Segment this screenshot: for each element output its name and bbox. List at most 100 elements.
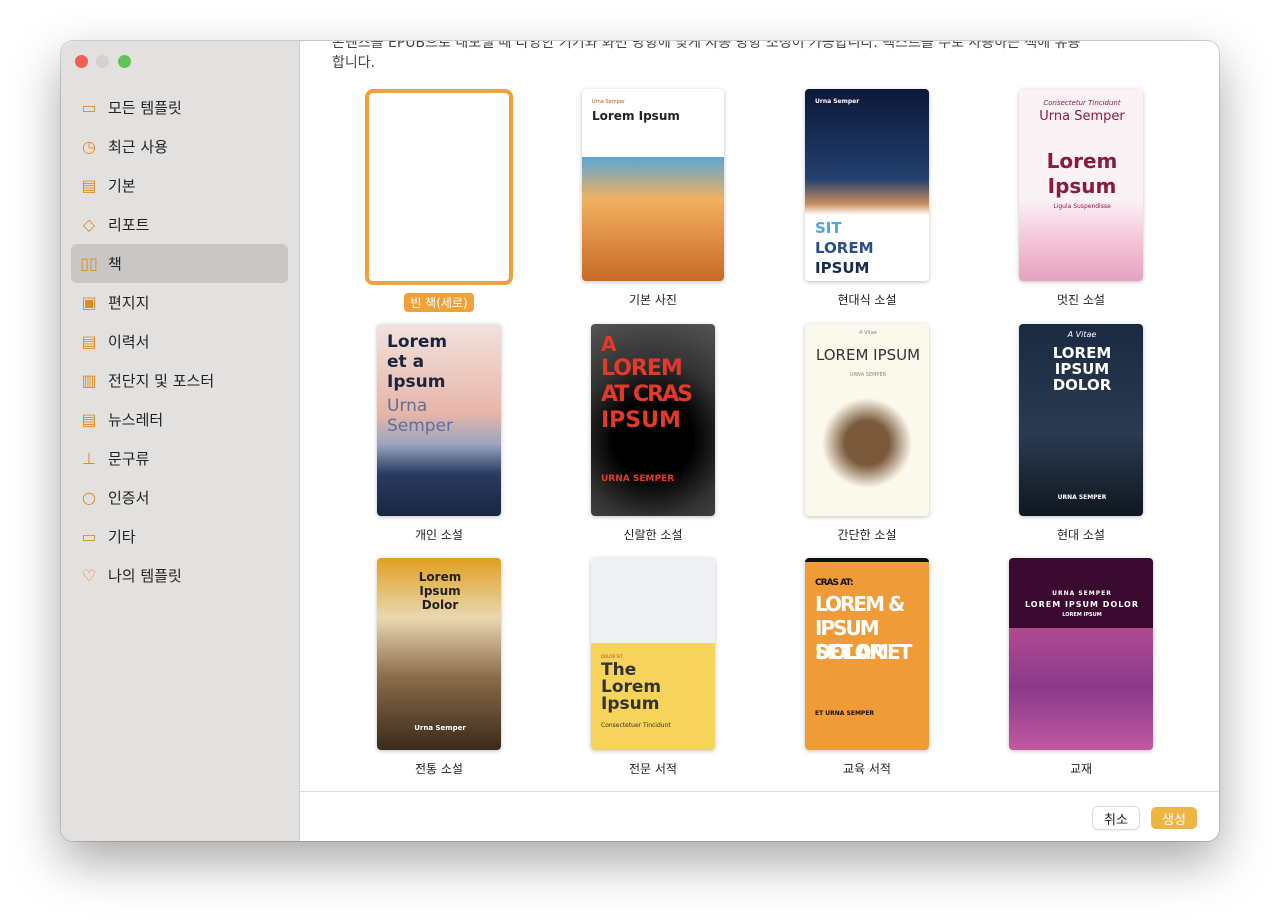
sidebar-item-label: 인증서 <box>108 489 150 507</box>
cover-text: Dolor <box>421 598 459 612</box>
cover-text: Urna Semper <box>414 724 466 732</box>
sidebar-item-8[interactable]: ▤ 뉴스레터 <box>71 400 288 439</box>
sidebar-item-label: 편지지 <box>108 294 150 312</box>
cover-text: A Vitae <box>859 330 877 336</box>
sidebar-item-9[interactable]: ⊥ 문구류 <box>71 439 288 478</box>
category-description: 콘텐츠를 EPUB으로 내보낼 때 다양한 기기와 화면 방향에 맞게 자동 방… <box>332 41 1081 71</box>
template-card[interactable]: Lorem Ipsum Dolor Urna Semper 전통 소설 <box>339 558 539 777</box>
cover-text: Semper <box>387 416 454 436</box>
cover-text: DOLOR <box>1052 376 1112 394</box>
template-chooser-window: ▭ 모든 템플릿 ◷ 최근 사용 ▤ 기본 ◇ 리포트 ▯▯ 책 ▣ 편지지 ▤ 이력서 ▥ 전단지 및 포스… <box>61 41 1219 841</box>
template-label: 전통 소설 <box>415 762 463 776</box>
template-label: 현대식 소설 <box>837 293 897 307</box>
cover-text: LOREM & <box>815 592 905 616</box>
cover-text: Lorem <box>1046 149 1118 173</box>
cover-text: Lorem Ipsum <box>592 109 680 123</box>
template-area: 콘텐츠를 EPUB으로 내보낼 때 다양한 기기와 화면 방향에 맞게 자동 방… <box>300 41 1219 841</box>
zoom-button[interactable] <box>118 55 131 68</box>
template-thumbnail[interactable]: Consectetur Tincidunt Urna Semper Lorem Ips… <box>1019 89 1143 281</box>
template-thumbnail[interactable]: Lorem Ipsum Dolor Urna Semper <box>377 558 501 750</box>
sidebar-item-label: 기타 <box>108 528 136 546</box>
template-card[interactable]: A Vitae LOREM IPSUM DOLOR URNA SEMPER 현대 소설 <box>981 324 1181 543</box>
template-thumbnail[interactable] <box>365 89 513 285</box>
template-thumbnail[interactable]: A LOREM AT CRAS IPSUM URNA SEMPER <box>591 324 715 516</box>
stamp-frame-icon: ▣ <box>81 293 97 312</box>
template-thumbnail[interactable]: A Vitae LOREM IPSUM URNA SEMPER <box>805 324 929 516</box>
cover-text: Ipsum <box>419 584 461 598</box>
cover-text: Urna <box>387 396 428 416</box>
cover-text: Ipsum <box>601 694 660 714</box>
sidebar-item-5[interactable]: ▣ 편지지 <box>71 283 288 322</box>
cover-text: A Vitae <box>1067 330 1097 339</box>
template-card[interactable]: A LOREM AT CRAS IPSUM URNA SEMPER 신랄한 소설 <box>553 324 753 543</box>
cover-text: LOREM IPSUM DOLOR <box>1024 600 1140 609</box>
cover-text: Ipsum <box>1047 174 1117 198</box>
stamp-icon: ⊥ <box>82 449 96 468</box>
template-card[interactable]: 빈 책(세로) <box>339 89 539 312</box>
cover-text: Lorem <box>387 332 448 352</box>
sidebar-item-label: 최근 사용 <box>108 138 168 156</box>
grid-icon: ▭ <box>81 98 97 117</box>
sidebar-item-10[interactable]: ○ 인증서 <box>71 478 288 517</box>
cover-text: Consectetur Tincidunt <box>1043 99 1121 107</box>
template-card[interactable]: Consectetur Tincidunt Urna Semper Lorem Ips… <box>981 89 1181 308</box>
cover-text: Ipsum <box>387 372 446 392</box>
close-button[interactable] <box>75 55 88 68</box>
sidebar-item-12[interactable]: ♡ 나의 템플릿 <box>71 556 288 595</box>
create-button[interactable]: 생성 <box>1151 807 1197 829</box>
cover-text: Consectetuer Tincidunt <box>601 722 671 729</box>
template-card[interactable]: A Vitae LOREM IPSUM URNA SEMPER 간단한 소설 <box>767 324 967 543</box>
sidebar-item-3[interactable]: ◇ 리포트 <box>71 205 288 244</box>
sidebar-item-6[interactable]: ▤ 이력서 <box>71 322 288 361</box>
template-label: 교재 <box>1069 762 1093 776</box>
sidebar-item-label: 기본 <box>108 177 136 195</box>
cover-text: SET AMET <box>815 640 912 664</box>
resume-icon: ▤ <box>81 332 97 351</box>
template-label: 기본 사진 <box>629 293 677 307</box>
cover-text: IPSUM <box>815 259 870 277</box>
template-thumbnail[interactable]: Urna Semper SIT LOREM IPSUM <box>805 89 929 281</box>
sidebar-item-2[interactable]: ▤ 기본 <box>71 166 288 205</box>
cancel-button[interactable]: 취소 <box>1093 807 1139 829</box>
template-thumbnail[interactable]: DOLOR SIT The Lorem Ipsum Consectetuer Tinci… <box>591 558 715 750</box>
sidebar-item-4[interactable]: ▯▯ 책 <box>71 244 288 283</box>
cover-text: LOREM <box>601 356 683 381</box>
template-card[interactable]: URNA SEMPER LOREM IPSUM DOLOR LOREM IPSUM 교… <box>981 558 1181 777</box>
book-icon: ▯▯ <box>80 254 98 273</box>
cover-text: et a <box>387 352 425 372</box>
template-card[interactable]: Urna Semper Lorem Ipsum 기본 사진 <box>553 89 753 308</box>
cover-text: SIT <box>815 219 842 237</box>
template-label: 간단한 소설 <box>837 528 897 542</box>
template-thumbnail[interactable]: Urna Semper Lorem Ipsum <box>582 89 724 281</box>
template-card[interactable]: DOLOR SIT The Lorem Ipsum Consectetuer Tinci… <box>553 558 753 777</box>
clock-icon: ◷ <box>82 137 96 156</box>
template-card[interactable]: Lorem et a Ipsum Urna Semper 개인 소설 <box>339 324 539 543</box>
sidebar-item-11[interactable]: ▭ 기타 <box>71 517 288 556</box>
template-thumbnail[interactable]: CRAS AT: LOREM & IPSUM DOLOR SET AMET ET URN… <box>805 558 929 750</box>
sidebar: ▭ 모든 템플릿 ◷ 최근 사용 ▤ 기본 ◇ 리포트 ▯▯ 책 ▣ 편지지 ▤ 이력서 ▥ 전단지 및 포스… <box>61 41 300 841</box>
template-thumbnail[interactable]: URNA SEMPER LOREM IPSUM DOLOR LOREM IPSUM <box>1009 558 1153 750</box>
cover-text: URNA SEMPER <box>601 474 675 484</box>
template-label: 빈 책(세로) <box>404 293 474 312</box>
sidebar-item-label: 책 <box>108 255 122 273</box>
template-label: 신랄한 소설 <box>623 528 683 542</box>
cover-text: URNA SEMPER <box>1052 590 1112 597</box>
cover-text: CRAS AT: <box>815 578 854 588</box>
template-thumbnail[interactable]: A Vitae LOREM IPSUM DOLOR URNA SEMPER <box>1019 324 1143 516</box>
sidebar-item-7[interactable]: ▥ 전단지 및 포스터 <box>71 361 288 400</box>
cover-text: IPSUM <box>601 408 681 433</box>
cover-text: DOLOR SIT <box>601 654 623 659</box>
minimize-button[interactable] <box>96 55 109 68</box>
cover-text: LOREM IPSUM <box>1062 612 1102 618</box>
sidebar-item-label: 이력서 <box>108 333 150 351</box>
sidebar-item-label: 모든 템플릿 <box>108 99 182 117</box>
heart-icon: ♡ <box>81 566 97 585</box>
sidebar-item-label: 리포트 <box>108 216 150 234</box>
award-icon: ○ <box>82 488 96 507</box>
template-thumbnail[interactable]: Lorem et a Ipsum Urna Semper <box>377 324 501 516</box>
sidebar-item-1[interactable]: ◷ 최근 사용 <box>71 127 288 166</box>
sidebar-item-0[interactable]: ▭ 모든 템플릿 <box>71 88 288 127</box>
template-card[interactable]: Urna Semper SIT LOREM IPSUM 현대식 소설 <box>767 89 967 308</box>
template-card[interactable]: CRAS AT: LOREM & IPSUM DOLOR SET AMET ET URN… <box>767 558 967 777</box>
map-icon: ▥ <box>81 371 97 390</box>
